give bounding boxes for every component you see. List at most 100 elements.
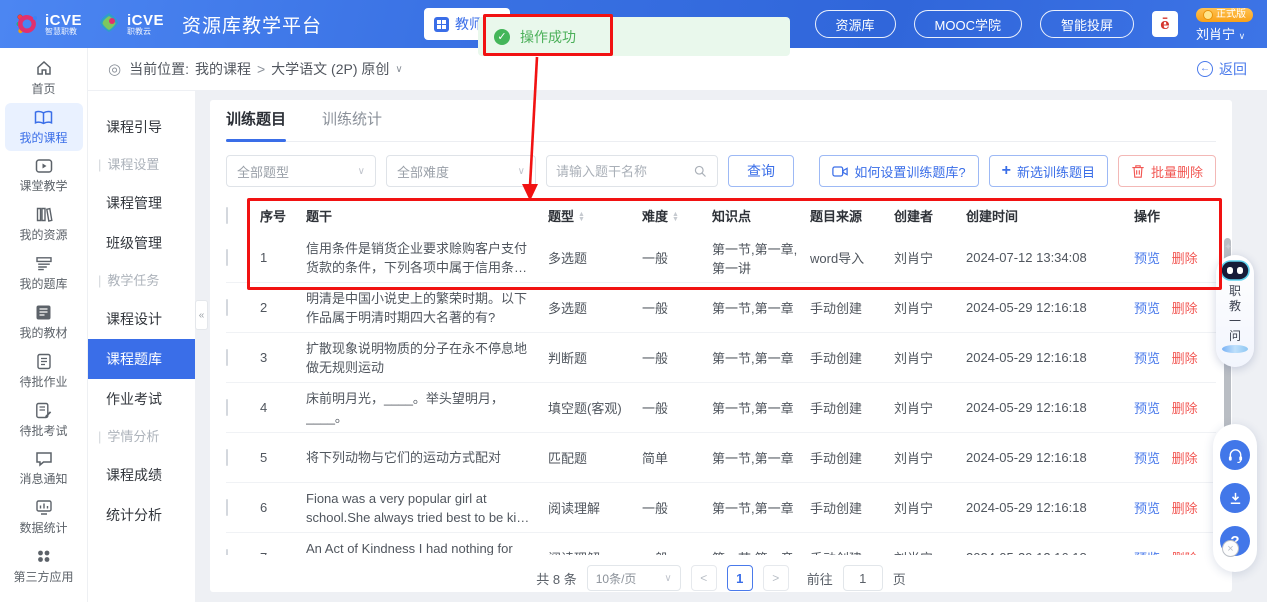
robot-icon	[1219, 258, 1251, 282]
row-difficulty: 简单	[642, 448, 712, 467]
close-floating-button[interactable]: ×	[1222, 540, 1239, 557]
content-tab[interactable]: 训练题目	[226, 100, 286, 142]
row-checkbox[interactable]	[226, 549, 228, 555]
search-icon[interactable]	[693, 164, 708, 179]
submenu-item[interactable]: 班级管理	[88, 223, 195, 263]
assistant-widget[interactable]: 职教一问	[1216, 255, 1254, 367]
table-header: 序号 题干 题型▲▼ 难度▲▼ 知识点 题目来源 创建者 创建时间 操作	[226, 197, 1216, 233]
prev-page-button[interactable]: <	[691, 565, 717, 591]
row-difficulty: 一般	[642, 248, 712, 267]
row-creator: 刘肖宁	[894, 298, 966, 317]
submenu-item[interactable]: 课程题库	[88, 339, 195, 379]
download-button[interactable]	[1220, 483, 1250, 513]
row-created: 2024-05-29 12:16:18	[966, 400, 1134, 415]
mini-logo-icon: ē	[1152, 11, 1178, 37]
header-nav-button[interactable]: 资源库	[815, 10, 896, 38]
customer-service-button[interactable]	[1220, 440, 1250, 470]
user-block[interactable]: 正式版 刘肖宁 ∨	[1196, 6, 1253, 43]
sidebar-rail-item[interactable]: 首页	[5, 53, 83, 102]
add-questions-button[interactable]: + 新选训练题目	[989, 155, 1108, 187]
submenu-item[interactable]: 课程引导	[88, 107, 195, 147]
submenu-item[interactable]: 课程设计	[88, 299, 195, 339]
row-checkbox[interactable]	[226, 449, 228, 466]
breadcrumb-parent[interactable]: 我的课程	[195, 59, 251, 79]
sidebar-rail-item[interactable]: 消息通知	[5, 445, 83, 492]
chevron-down-icon: ∨	[518, 166, 525, 177]
row-num: 6	[260, 500, 306, 515]
delete-link[interactable]: 删除	[1172, 551, 1198, 555]
submenu-item[interactable]: 课程设置	[88, 147, 195, 183]
select-all-checkbox[interactable]	[226, 207, 228, 224]
sidebar-collapse-button[interactable]: «	[195, 300, 208, 330]
row-checkbox[interactable]	[226, 349, 228, 366]
difficulty-select[interactable]: 全部难度∨	[386, 155, 536, 187]
question-type-select[interactable]: 全部题型∨	[226, 155, 376, 187]
breadcrumb-current[interactable]: 大学语文 (2P) 原创	[271, 59, 389, 79]
preview-link[interactable]: 预览	[1134, 451, 1160, 466]
delete-link[interactable]: 删除	[1172, 501, 1198, 516]
preview-link[interactable]: 预览	[1134, 551, 1160, 555]
table-row: 5 将下列动物与它们的运动方式配对 匹配题 简单 第一节,第一章 手动创建 刘肖…	[226, 433, 1216, 483]
header-nav-button[interactable]: 智能投屏	[1040, 10, 1134, 38]
row-checkbox[interactable]	[226, 299, 228, 316]
row-knowledge: 第一节,第一章	[712, 348, 810, 367]
delete-link[interactable]: 删除	[1172, 251, 1198, 266]
trash-icon	[1131, 164, 1145, 179]
preview-link[interactable]: 预览	[1134, 501, 1160, 516]
content-tab[interactable]: 训练统计	[322, 100, 382, 142]
submenu-item[interactable]: 作业考试	[88, 379, 195, 419]
sort-icon[interactable]: ▲▼	[672, 212, 679, 222]
sidebar-rail-item[interactable]: 我的教材	[5, 298, 83, 346]
row-type: 填空题(客观)	[548, 398, 642, 417]
submenu-item[interactable]: 学情分析	[88, 419, 195, 455]
table-row: 1 信用条件是销货企业要求赊购客户支付货款的条件，下列各项中属于信用条件组...…	[226, 233, 1216, 283]
sidebar-rail-item[interactable]: 课堂教学	[5, 152, 83, 199]
sidebar-rail-item[interactable]: 待批考试	[5, 396, 83, 444]
sidebar-rail-item[interactable]: 我的题库	[5, 249, 83, 297]
chevron-down-icon: ∨	[358, 166, 365, 177]
batch-delete-button[interactable]: 批量删除	[1118, 155, 1216, 187]
next-page-button[interactable]: >	[763, 565, 789, 591]
sidebar-rail-item[interactable]: 数据统计	[5, 493, 83, 541]
sidebar-rail-item[interactable]: 我的课程	[5, 103, 83, 151]
header-nav-button[interactable]: MOOC学院	[914, 10, 1022, 38]
delete-link[interactable]: 删除	[1172, 351, 1198, 366]
sidebar-rail-item[interactable]: 第三方应用	[5, 542, 83, 590]
help-button[interactable]: 如何设置训练题库?	[819, 155, 978, 187]
submenu-item[interactable]: 课程成绩	[88, 455, 195, 495]
logo-icve-zhihui: iCVE智慧职教	[14, 11, 82, 37]
per-page-select[interactable]: 10条/页∨	[587, 565, 681, 591]
sidebar-rail-item[interactable]: 我的资源	[5, 200, 83, 248]
current-page-button[interactable]: 1	[727, 565, 753, 591]
row-source: 手动创建	[810, 498, 894, 517]
col-difficulty[interactable]: 难度▲▼	[642, 206, 712, 225]
submenu-item[interactable]: 教学任务	[88, 263, 195, 299]
row-checkbox[interactable]	[226, 499, 228, 516]
row-checkbox[interactable]	[226, 399, 228, 416]
row-question: Fiona was a very popular girl at school.…	[306, 489, 532, 527]
row-knowledge: 第一节,第一章	[712, 448, 810, 467]
back-button[interactable]: ← 返回	[1197, 59, 1247, 79]
row-checkbox[interactable]	[226, 249, 228, 266]
submenu-item[interactable]: 课程管理	[88, 183, 195, 223]
delete-link[interactable]: 删除	[1172, 301, 1198, 316]
preview-link[interactable]: 预览	[1134, 351, 1160, 366]
assistant-label: 职教一问	[1228, 284, 1243, 344]
goto-page-input[interactable]	[843, 565, 883, 591]
col-type[interactable]: 题型▲▼	[548, 206, 642, 225]
sidebar-rail-item[interactable]: 待批作业	[5, 347, 83, 395]
delete-link[interactable]: 删除	[1172, 401, 1198, 416]
submenu-item[interactable]: 统计分析	[88, 495, 195, 535]
delete-link[interactable]: 删除	[1172, 451, 1198, 466]
rail-item-label: 我的课程	[19, 131, 67, 145]
query-button[interactable]: 查询	[728, 155, 794, 187]
breadcrumb-caret-icon[interactable]: ∨	[395, 64, 402, 75]
preview-link[interactable]: 预览	[1134, 251, 1160, 266]
preview-link[interactable]: 预览	[1134, 301, 1160, 316]
sort-icon[interactable]: ▲▼	[578, 212, 585, 222]
row-creator: 刘肖宁	[894, 548, 966, 555]
preview-link[interactable]: 预览	[1134, 401, 1160, 416]
row-source: 手动创建	[810, 548, 894, 555]
search-input[interactable]	[556, 164, 693, 179]
username[interactable]: 刘肖宁 ∨	[1196, 27, 1253, 43]
